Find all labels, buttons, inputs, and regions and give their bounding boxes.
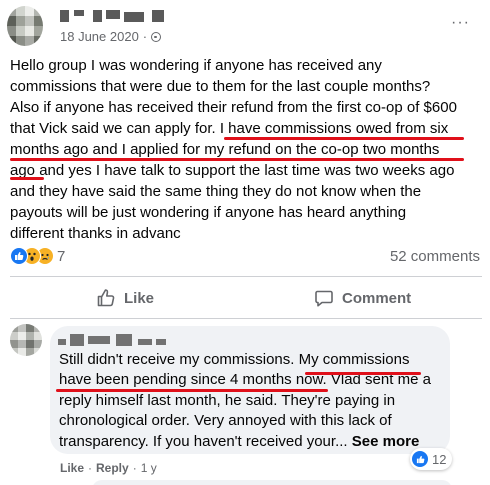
globe-icon [151, 31, 162, 42]
comment-actions: Like · Reply · 1 y [60, 461, 157, 475]
commenter-avatar[interactable] [10, 324, 42, 356]
highlight-underline [305, 372, 421, 375]
reactions-bar: 7 52 comments [10, 246, 482, 268]
comment-like-link[interactable]: Like [60, 461, 84, 475]
comment-age[interactable]: 1 y [141, 461, 157, 475]
highlight-underline [10, 158, 464, 161]
highlight-underline [56, 389, 328, 392]
next-comment-bubble [92, 480, 452, 485]
action-separator: · [88, 461, 93, 475]
comment-reaction-badge[interactable]: 12 [410, 448, 453, 470]
author-avatar[interactable] [7, 6, 43, 46]
commenter-name-redacted[interactable] [58, 334, 166, 346]
divider [10, 318, 482, 319]
speech-bubble-icon [315, 290, 333, 307]
highlight-underline [10, 177, 44, 180]
meta-separator: · [142, 29, 148, 44]
post-header: 18 June 2020 · ··· [0, 0, 490, 50]
action-separator: · [132, 461, 137, 475]
comment-reply-link[interactable]: Reply [96, 461, 129, 475]
reaction-count[interactable]: 7 [57, 248, 65, 265]
like-reaction-icon [412, 451, 428, 467]
more-options-icon[interactable]: ··· [451, 14, 470, 32]
post-date[interactable]: 18 June 2020 [60, 29, 139, 44]
see-more-link[interactable]: See more [352, 433, 420, 450]
post-meta: 18 June 2020 · [60, 29, 162, 44]
like-button[interactable]: Like [96, 286, 154, 310]
author-name-redacted[interactable] [60, 10, 168, 24]
comment-reaction-count: 12 [432, 451, 447, 467]
comment-button[interactable]: Comment [314, 286, 411, 310]
highlight-underline [224, 137, 464, 140]
comment-body: Still didn't receive my commissions. My … [59, 350, 445, 452]
like-button-label: Like [124, 289, 155, 307]
comment-count-link[interactable]: 52 comments [390, 248, 480, 265]
divider [10, 276, 482, 277]
post-text: Hello group I was wondering if anyone ha… [10, 57, 457, 242]
like-reaction-icon[interactable] [10, 247, 28, 265]
post-body: Hello group I was wondering if anyone ha… [10, 55, 484, 244]
thumbs-up-icon [97, 289, 115, 307]
comment-button-label: Comment [342, 289, 412, 307]
